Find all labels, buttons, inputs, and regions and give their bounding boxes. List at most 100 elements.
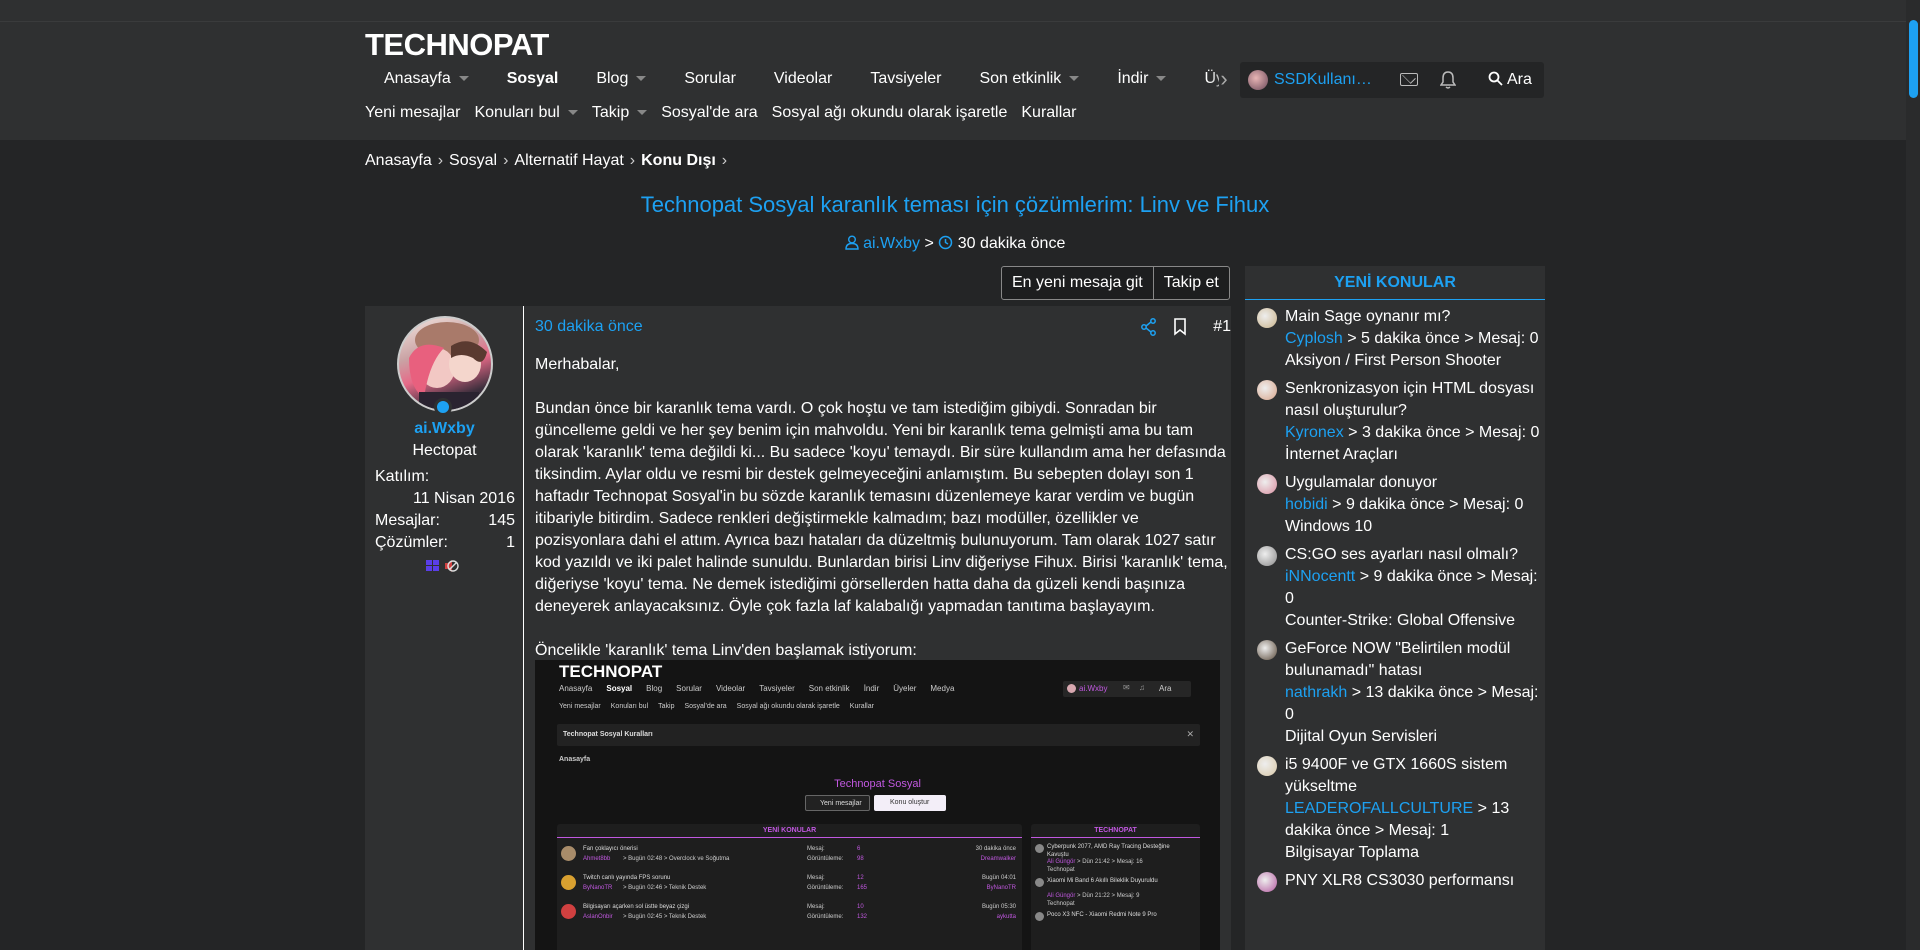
sidebar-thread-title[interactable]: Uygulamalar donuyor [1285, 472, 1545, 494]
sidebar-thread-title[interactable]: GeForce NOW "Belirtilen modül bulunamadı… [1285, 638, 1545, 682]
scrollbar-thumb[interactable] [1909, 20, 1918, 98]
messages-value: 145 [488, 512, 515, 529]
nav-item[interactable]: Sosyal [488, 62, 578, 96]
mini-row: Fan çoklayıcı önerisi Ahmet8bb > Bugün 02:… [557, 844, 1022, 873]
breadcrumb-item[interactable]: Konu Dışı [641, 152, 716, 169]
subnav-item[interactable]: Sosyal ağı okundu olarak işaretle [772, 104, 1008, 122]
subnav-item-label: Sosyal ağı okundu olarak işaretle [771, 104, 1008, 121]
mini-row-last: Dreamwalker [980, 856, 1016, 862]
post-user-rank: Hectopat [412, 442, 477, 459]
mini-row-label: Mesaj: [807, 846, 825, 852]
new-threads-sidebar: YENİ KONULAR Main Sage oynanır mı? Cyplos… [1245, 266, 1545, 950]
sidebar-thread-forum[interactable]: Counter-Strike: Global Offensive [1285, 610, 1545, 632]
subnav-item[interactable]: Takip [592, 104, 648, 122]
subnav-item-label: Yeni mesajlar [365, 104, 461, 121]
mini-row-avatar [561, 875, 576, 890]
thread-author-avatar[interactable] [1257, 380, 1277, 400]
sidebar-thread-forum[interactable]: İnternet Araçları [1285, 444, 1545, 466]
sidebar-thread-user[interactable]: iNNocentt [1285, 568, 1355, 585]
nav-scroll-right-icon[interactable]: › [1210, 64, 1238, 96]
subnav-item[interactable]: Sosyal'de ara [661, 104, 757, 122]
thread-author-avatar[interactable] [1257, 756, 1277, 776]
follow-button[interactable]: Takip et [1152, 267, 1229, 299]
thread-author-avatar[interactable] [1257, 640, 1277, 660]
mini-right-item: Xiaomi Mi Band 6 Akıllı Bileklik Duyurul… [1031, 876, 1200, 910]
breadcrumb-item[interactable]: Alternatif Hayat [514, 152, 623, 169]
chevron-down-icon[interactable] [636, 76, 647, 82]
mini-search: Ara [1159, 684, 1172, 693]
sidebar-thread-user[interactable]: LEADEROFALLCULTURE [1285, 800, 1473, 817]
nav-item[interactable]: İndir [1098, 62, 1185, 96]
subnav-item[interactable]: Yeni mesajlar [365, 104, 460, 122]
nav-item[interactable]: Anasayfa [365, 62, 488, 96]
mini-row-label: Mesaj: [807, 875, 825, 881]
sidebar-thread-title[interactable]: PNY XLR8 CS3030 performansı [1285, 870, 1545, 892]
nav-item[interactable]: Videolar [755, 62, 851, 96]
nav-item[interactable]: Tavsiyeler [851, 62, 960, 96]
thread-author-avatar[interactable] [1257, 872, 1277, 892]
sidebar-thread[interactable]: GeForce NOW "Belirtilen modül bulunamadı… [1245, 638, 1545, 748]
sidebar-thread[interactable]: i5 9400F ve GTX 1660S sistem yükseltme LE… [1245, 754, 1545, 864]
nav-item[interactable]: Blog [577, 62, 665, 96]
browser-top-strip [0, 0, 1920, 22]
chevron-down-icon[interactable] [1156, 76, 1167, 82]
thread-author-avatar[interactable] [1257, 308, 1277, 328]
sidebar-thread-forum[interactable]: Aksiyon / First Person Shooter [1285, 350, 1545, 372]
mini-row: Bilgisayarı açarken sol üstte beyaz çizg… [557, 902, 1022, 931]
subnav-item[interactable]: Kurallar [1021, 104, 1076, 122]
sidebar-thread-title[interactable]: Senkronizasyon için HTML dosyası nasıl o… [1285, 378, 1545, 422]
mini-row-value: 98 [857, 856, 864, 862]
post-body: Merhabalar, Bundan önce bir karanlık tem… [535, 354, 1231, 684]
sidebar-thread-forum[interactable]: Windows 10 [1285, 516, 1545, 538]
sidebar-thread-user[interactable]: Cyplosh [1285, 330, 1343, 347]
sidebar-thread-title[interactable]: Main Sage oynanır mı? [1285, 306, 1545, 328]
user-badges [425, 558, 465, 574]
thread-time[interactable]: 30 dakika önce [958, 235, 1066, 252]
user-avatar[interactable] [1248, 70, 1268, 90]
sidebar-thread-title[interactable]: i5 9400F ve GTX 1660S sistem yükseltme [1285, 754, 1545, 798]
sidebar-thread[interactable]: CS:GO ses ayarları nasıl olmalı? iNNocent… [1245, 544, 1545, 632]
thread-author-avatar[interactable] [1257, 546, 1277, 566]
chevron-down-icon[interactable] [637, 110, 648, 116]
share-icon[interactable] [1141, 318, 1157, 336]
post-username[interactable]: ai.Wxby [365, 420, 524, 438]
sidebar-thread-title[interactable]: CS:GO ses ayarları nasıl olmalı? [1285, 544, 1545, 566]
sidebar-thread-user[interactable]: Kyronex [1285, 424, 1344, 441]
chevron-down-icon[interactable] [1069, 76, 1080, 82]
post-number[interactable]: #1 [1213, 318, 1231, 336]
sidebar-thread-forum[interactable]: Dijital Oyun Servisleri [1285, 726, 1545, 748]
username-link[interactable]: SSDKullanıcısı [1274, 71, 1374, 89]
sidebar-thread[interactable]: Uygulamalar donuyor hobidi > 9 dakika önc… [1245, 472, 1545, 538]
subnav-item[interactable]: Konuları bul [474, 104, 578, 122]
post-image[interactable]: TECHNOPAT Anasayfa Sosyal Blog Sorular Video… [535, 660, 1220, 950]
chevron-down-icon[interactable] [567, 110, 578, 116]
sidebar-thread-user[interactable]: hobidi [1285, 496, 1328, 513]
nav-item[interactable]: Son etkinlik [960, 62, 1098, 96]
chevron-down-icon[interactable] [458, 76, 469, 82]
sidebar-title: YENİ KONULAR [1245, 266, 1545, 300]
search-button[interactable]: Ara [1478, 62, 1544, 98]
bell-icon[interactable] [1439, 70, 1457, 90]
post-time[interactable]: 30 dakika önce [535, 318, 643, 336]
breadcrumb-item[interactable]: Sosyal [449, 152, 497, 169]
search-icon [1488, 71, 1503, 86]
sidebar-thread-user[interactable]: nathrakh [1285, 684, 1347, 701]
latest-post-button[interactable]: En yeni mesaja git [1002, 267, 1153, 299]
bookmark-icon[interactable] [1173, 318, 1187, 336]
mini-subnav-item: Sosyal'de ara [684, 703, 727, 710]
mini-nav-item: Sosyal [606, 684, 633, 693]
thread-author-avatar[interactable] [1257, 474, 1277, 494]
thread-author[interactable]: ai.Wxby [863, 235, 920, 252]
sidebar-thread[interactable]: Main Sage oynanır mı? Cyplosh > 5 dakika … [1245, 306, 1545, 372]
sidebar-thread-meta: iNNocentt > 9 dakika önce > Mesaj: 0 [1285, 566, 1545, 610]
solutions-label: Çözümler: [375, 534, 448, 551]
sidebar-thread[interactable]: PNY XLR8 CS3030 performansı [1245, 870, 1545, 892]
sidebar-thread[interactable]: Senkronizasyon için HTML dosyası nasıl o… [1245, 378, 1545, 466]
breadcrumb-item[interactable]: Anasayfa [365, 152, 432, 169]
mail-icon[interactable] [1400, 73, 1418, 86]
technopat-logo[interactable]: TECHNOPAT [365, 27, 565, 62]
nav-item-label: Son etkinlik [979, 70, 1062, 87]
sidebar-thread-forum[interactable]: Bilgisayar Toplama [1285, 842, 1545, 864]
nav-item[interactable]: Sorular [665, 62, 755, 96]
page-scrollbar[interactable] [1906, 0, 1920, 950]
